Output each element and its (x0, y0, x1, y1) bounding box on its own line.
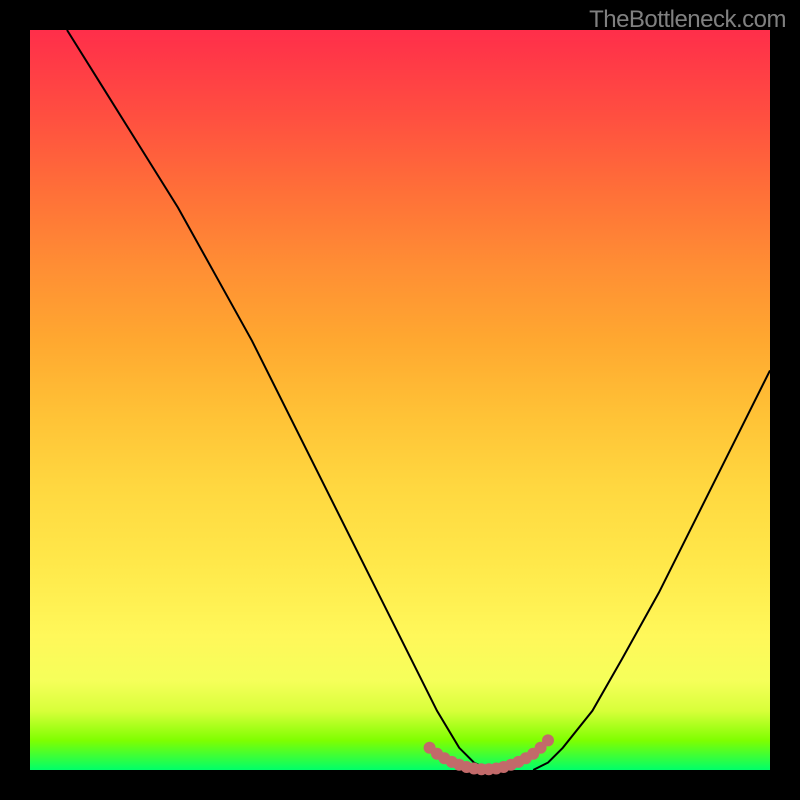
watermark-text: TheBottleneck.com (589, 6, 786, 34)
left-curve (67, 30, 489, 770)
right-curve (533, 370, 770, 770)
scatter-point (542, 734, 554, 746)
chart-plot-area (30, 30, 770, 770)
chart-curves-svg (30, 30, 770, 770)
